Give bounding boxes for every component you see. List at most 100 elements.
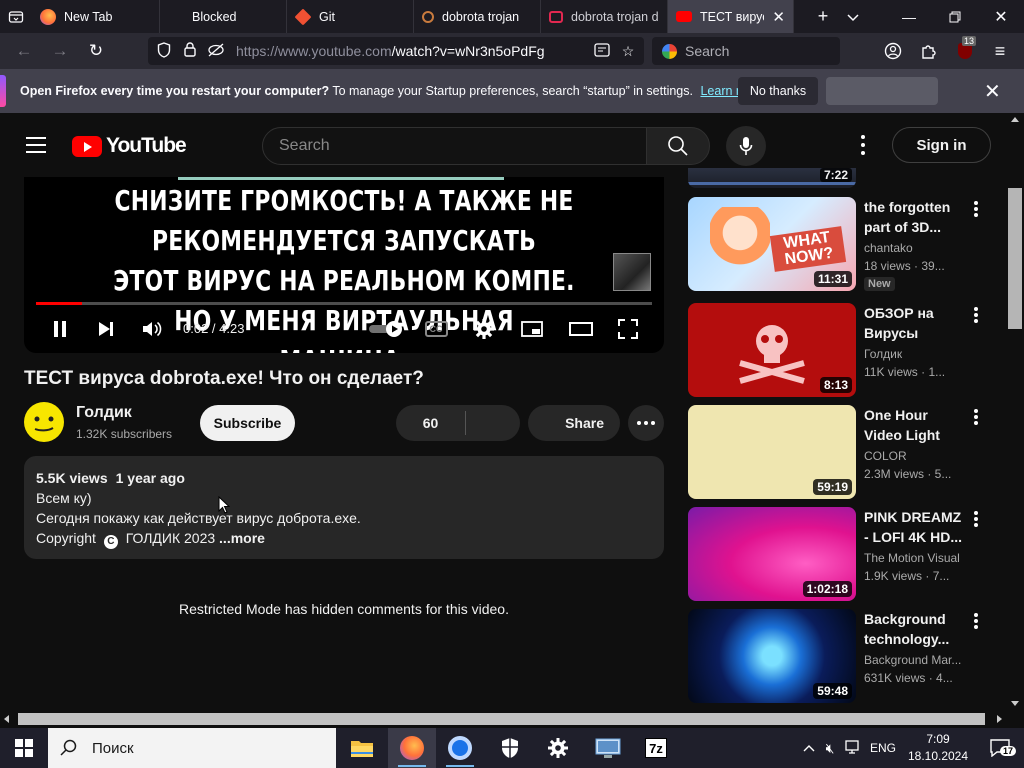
- file-explorer-app[interactable]: [338, 728, 386, 768]
- ublock-extension-icon[interactable]: 13: [947, 36, 983, 66]
- lock-icon[interactable]: [180, 42, 200, 60]
- channel-avatar[interactable]: [24, 402, 64, 442]
- taskbar-clock[interactable]: 7:09 18.10.2024: [898, 731, 978, 765]
- url-bar[interactable]: https://www.youtube.com/watch?v=wNr3n5oP…: [148, 37, 644, 65]
- chrome-app[interactable]: [436, 728, 484, 768]
- recommendation-channel[interactable]: Background Mar...: [864, 653, 974, 667]
- scroll-down-icon[interactable]: [1011, 701, 1019, 706]
- browser-search-box[interactable]: Search: [652, 37, 840, 65]
- recommendation-title[interactable]: One Hour Video Light Yellow...: [864, 405, 968, 445]
- channel-name[interactable]: Голдик: [76, 404, 132, 422]
- url-text[interactable]: https://www.youtube.com/watch?v=wNr3n5oP…: [236, 43, 545, 59]
- next-button[interactable]: [94, 317, 118, 341]
- security-app[interactable]: [486, 728, 534, 768]
- miniplayer-button[interactable]: [520, 317, 544, 341]
- recommendation-menu-icon[interactable]: [974, 201, 978, 217]
- settings-app[interactable]: [534, 728, 582, 768]
- recommendation-menu-icon[interactable]: [974, 613, 978, 629]
- menu-icon[interactable]: ≡: [982, 36, 1018, 66]
- progress-bar[interactable]: [36, 302, 652, 305]
- sign-in-button[interactable]: Sign in: [892, 127, 991, 163]
- autoplay-toggle[interactable]: [368, 317, 404, 341]
- recommendation-title[interactable]: Background technology...: [864, 609, 968, 649]
- recommendation-channel[interactable]: The Motion Visual: [864, 551, 974, 565]
- 7zip-app[interactable]: 7z: [632, 728, 680, 768]
- list-all-tabs-icon[interactable]: [0, 0, 32, 33]
- volume-muted-icon[interactable]: 🔇︎: [818, 740, 842, 757]
- hamburger-menu-icon[interactable]: [26, 137, 46, 153]
- firefox-app[interactable]: [388, 728, 436, 768]
- permissions-blocked-icon[interactable]: [206, 43, 226, 60]
- taskbar-search-box[interactable]: Поиск: [48, 728, 336, 768]
- pause-button[interactable]: [48, 317, 72, 341]
- scroll-up-icon[interactable]: [1011, 117, 1019, 122]
- tab-youtube-active[interactable]: ТЕСТ вирусa ✕: [668, 0, 794, 33]
- recommendation-title[interactable]: PINK DREAMZ - LOFI 4K HD...: [864, 507, 968, 547]
- settings-button[interactable]: [472, 317, 496, 341]
- recommendation-item[interactable]: WHAT NOW? 11:31 the forgotten part of 3D.…: [688, 197, 998, 293]
- tab-dobrota-page[interactable]: dobrota trojan d: [541, 0, 668, 33]
- no-thanks-button[interactable]: No thanks: [738, 77, 818, 105]
- reader-view-icon[interactable]: [592, 42, 612, 60]
- youtube-search-input[interactable]: Search: [262, 127, 647, 165]
- settings-kebab-icon[interactable]: [855, 135, 871, 155]
- scroll-right-icon[interactable]: [997, 715, 1002, 723]
- subtitles-button[interactable]: CC: [424, 317, 448, 341]
- fullscreen-button[interactable]: [616, 317, 640, 341]
- minimize-icon[interactable]: —: [886, 0, 932, 33]
- voice-search-button[interactable]: [726, 126, 766, 166]
- recommendation-channel[interactable]: COLOR: [864, 449, 974, 463]
- youtube-logo[interactable]: YouTube: [72, 134, 187, 158]
- tab-blocked[interactable]: Blocked: [160, 0, 287, 33]
- recommendation-item[interactable]: 59:19 One Hour Video Light Yellow... COL…: [688, 405, 998, 501]
- recommendation-menu-icon[interactable]: [974, 307, 978, 323]
- recommendation-item[interactable]: 59:48 Background technology... Backgroun…: [688, 609, 998, 705]
- partial-recommendation[interactable]: 7:22: [688, 168, 856, 188]
- recommendation-channel[interactable]: Голдик: [864, 347, 974, 361]
- remote-desktop-app[interactable]: [584, 728, 632, 768]
- share-button[interactable]: Share: [528, 405, 620, 441]
- subscribe-button[interactable]: Subscribe: [200, 405, 295, 441]
- horizontal-scrollbar[interactable]: [0, 710, 1024, 728]
- language-indicator[interactable]: ENG: [866, 741, 900, 755]
- recommendation-menu-icon[interactable]: [974, 511, 978, 527]
- set-startup-button[interactable]: [826, 77, 938, 105]
- close-notification-icon[interactable]: ✕: [984, 79, 1001, 104]
- extensions-icon[interactable]: [911, 36, 947, 66]
- youtube-search-button[interactable]: [646, 127, 710, 165]
- reload-icon[interactable]: ↻: [78, 36, 114, 66]
- back-icon[interactable]: ←: [6, 36, 42, 66]
- start-button[interactable]: [0, 728, 48, 768]
- more-actions-icon[interactable]: [628, 405, 664, 441]
- show-more-link[interactable]: ...more: [219, 530, 265, 546]
- tab-dobrota-search[interactable]: dobrota trojan: [414, 0, 541, 33]
- video-player[interactable]: СНИЗИТЕ ГРОМКОСТЬ! А ТАКЖЕ НЕ РЕКОМЕНДУЕ…: [24, 177, 664, 353]
- recommendation-title[interactable]: ОБЗОР на Вирусы Петя,...: [864, 303, 968, 343]
- tab-new-tab[interactable]: New Tab: [32, 0, 160, 33]
- close-window-icon[interactable]: ✕: [978, 0, 1024, 33]
- tab-git[interactable]: Git: [287, 0, 414, 33]
- recommendation-item[interactable]: 1:02:18 PINK DREAMZ - LOFI 4K HD... The …: [688, 507, 998, 603]
- recommendation-item[interactable]: 8:13 ОБЗОР на Вирусы Петя,... Голдик 11K…: [688, 303, 998, 399]
- recommendation-title[interactable]: the forgotten part of 3D...: [864, 197, 968, 237]
- account-icon[interactable]: [875, 36, 911, 66]
- vertical-scroll-thumb[interactable]: [1008, 188, 1022, 329]
- notification-center-button[interactable]: 17: [980, 728, 1020, 768]
- chevron-down-icon[interactable]: [838, 0, 868, 33]
- tracking-shield-icon[interactable]: [154, 41, 174, 61]
- vertical-scrollbar[interactable]: [1006, 113, 1024, 710]
- new-tab-icon[interactable]: +: [808, 0, 838, 33]
- volume-button[interactable]: [140, 317, 164, 341]
- restore-icon[interactable]: [932, 0, 978, 33]
- horizontal-scroll-thumb[interactable]: [18, 713, 985, 725]
- recommendation-menu-icon[interactable]: [974, 409, 978, 425]
- description-box[interactable]: 5.5K views 1 year ago Всем ку) Сегодня по…: [24, 456, 664, 559]
- bookmark-star-icon[interactable]: ☆: [618, 43, 638, 60]
- close-tab-icon[interactable]: ✕: [772, 8, 785, 26]
- recommendation-channel[interactable]: chantako: [864, 241, 974, 255]
- like-button[interactable]: 60: [396, 411, 466, 435]
- scroll-left-icon[interactable]: [4, 715, 9, 723]
- theater-mode-button[interactable]: [568, 317, 594, 341]
- forward-icon[interactable]: →: [42, 36, 78, 66]
- chevron-up-icon[interactable]: [800, 741, 818, 755]
